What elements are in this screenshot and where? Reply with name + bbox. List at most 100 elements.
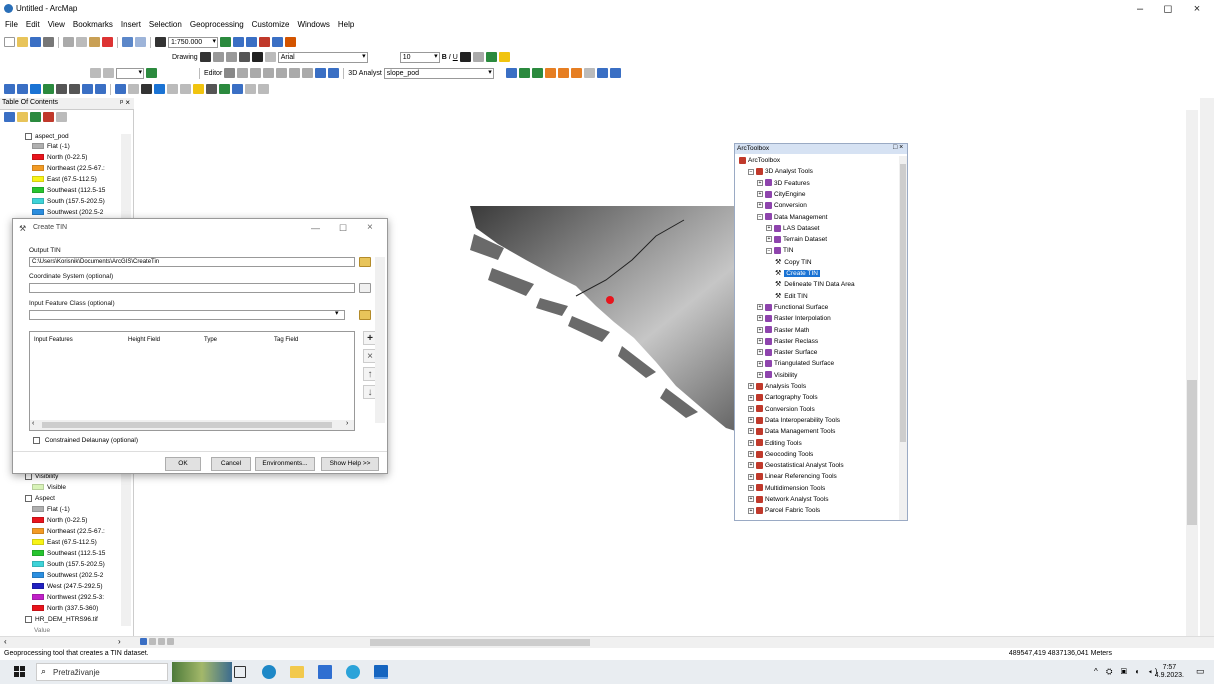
toolbox-item-3d-analyst-tools[interactable]: − 3D Analyst Tools	[748, 167, 813, 177]
microsoft-store-icon[interactable]	[318, 665, 332, 679]
expand-icon[interactable]: +	[748, 484, 754, 491]
toolbox-item-functional-surface[interactable]: + Functional Surface	[757, 303, 828, 313]
cut-icon[interactable]	[63, 37, 74, 47]
clear-selection-icon[interactable]	[128, 84, 139, 94]
map-scroll-thumb[interactable]	[1187, 380, 1197, 525]
expand-icon[interactable]: +	[757, 338, 763, 345]
select-elements-tool-icon[interactable]	[141, 84, 152, 94]
toc-layer-hr-dem[interactable]: HR_DEM_HTRS96.tif	[22, 615, 98, 625]
toolbox-item-data-management[interactable]: − Data Management	[757, 213, 827, 223]
toolbox-item-create-tin[interactable]: ⚒ Create TIN	[775, 269, 820, 279]
new-document-icon[interactable]	[4, 37, 15, 47]
toolbox-item-visibility[interactable]: + Visibility	[757, 371, 797, 381]
curve-text-icon[interactable]	[264, 52, 276, 62]
toc-scroll-left-icon[interactable]: ‹	[4, 637, 7, 646]
toolbox-item-geostatistical-analyst-tools[interactable]: + Geostatistical Analyst Tools	[748, 461, 844, 471]
refresh-icon[interactable]	[158, 638, 165, 645]
toolbox-item-editing-tools[interactable]: + Editing Tools	[748, 439, 802, 449]
find-route-icon[interactable]	[219, 84, 230, 94]
chevron-down-icon[interactable]: ▾	[335, 309, 339, 317]
menu-insert[interactable]: Insert	[121, 18, 141, 32]
model-builder-icon[interactable]	[285, 37, 296, 47]
zoom-out-icon[interactable]	[17, 84, 28, 94]
collapse-icon[interactable]: −	[766, 247, 772, 254]
go-to-xy-icon[interactable]	[232, 84, 243, 94]
menu-geoprocessing[interactable]: Geoprocessing	[190, 18, 244, 32]
menu-view[interactable]: View	[48, 18, 65, 32]
copy-icon[interactable]	[76, 37, 87, 47]
fixed-zoom-in-icon[interactable]	[56, 84, 67, 94]
expand-icon[interactable]: +	[748, 428, 754, 435]
toolbox-item-delineate-tin-data-area[interactable]: ⚒ Delineate TIN Data Area	[775, 280, 855, 290]
underline-icon[interactable]: U	[453, 54, 458, 61]
toolbox-item-linear-referencing-tools[interactable]: + Linear Referencing Tools	[748, 472, 837, 482]
straight-segment-icon[interactable]	[250, 68, 262, 78]
zoom-in-icon[interactable]	[4, 84, 15, 94]
print-icon[interactable]	[43, 37, 54, 47]
expand-icon[interactable]: +	[757, 315, 763, 322]
data-view-icon[interactable]	[140, 638, 147, 645]
toolbox-item-arctoolbox[interactable]: ArcToolbox	[739, 156, 780, 166]
toolbox-item-cityengine[interactable]: + CityEngine	[757, 190, 805, 200]
sketch-icon[interactable]	[237, 68, 249, 78]
zoom-whole-page-icon[interactable]	[225, 52, 237, 62]
toolbox-item-raster-reclass[interactable]: + Raster Reclass	[757, 337, 818, 347]
expand-icon[interactable]: +	[757, 371, 763, 378]
arcmap-taskbar-icon[interactable]	[374, 665, 388, 679]
collapse-icon[interactable]: −	[748, 168, 754, 175]
close-button[interactable]: ×	[1184, 2, 1210, 16]
georef-icon[interactable]	[90, 68, 101, 78]
reshape-icon[interactable]	[289, 68, 301, 78]
input-browse-folder-icon[interactable]	[359, 310, 371, 320]
menu-customize[interactable]: Customize	[252, 18, 290, 32]
fill-color-icon[interactable]	[472, 52, 484, 62]
ok-button[interactable]: OK	[165, 457, 201, 471]
profile-graph-icon[interactable]	[583, 68, 595, 78]
table-horizontal-scrollbar[interactable]: ‹ ›	[30, 420, 354, 430]
pan-icon[interactable]	[30, 84, 41, 94]
text-icon[interactable]	[251, 52, 263, 62]
list-by-source-icon[interactable]	[17, 112, 28, 122]
interpolate-point-icon[interactable]	[544, 68, 556, 78]
list-by-visibility-icon[interactable]	[30, 112, 41, 122]
expand-icon[interactable]: +	[757, 349, 763, 356]
identify-icon[interactable]	[154, 84, 165, 94]
layer-visibility-checkbox[interactable]	[25, 494, 32, 502]
list-by-drawing-order-icon[interactable]	[4, 112, 15, 122]
dialog-maximize-button[interactable]: ☐	[339, 223, 347, 234]
arctoolbox-close-icon[interactable]: □ ×	[893, 144, 903, 151]
expand-icon[interactable]: +	[748, 462, 754, 469]
coordinate-system-properties-icon[interactable]	[359, 283, 371, 293]
map-horizontal-scrollbar[interactable]: ‹ ›	[0, 636, 1214, 648]
toc-layer-aspect-pod[interactable]: aspect_pod	[22, 132, 69, 142]
italic-icon[interactable]: I	[449, 54, 451, 61]
layer-combo[interactable]	[116, 67, 144, 79]
toolbox-item-conversion-tools[interactable]: + Conversion Tools	[748, 405, 815, 415]
delete-icon[interactable]	[102, 37, 113, 47]
find-icon[interactable]	[206, 84, 217, 94]
toolbox-item-raster-interpolation[interactable]: + Raster Interpolation	[757, 314, 831, 324]
expand-icon[interactable]: +	[748, 451, 754, 458]
output-browse-folder-icon[interactable]	[359, 257, 371, 267]
expand-icon[interactable]: +	[748, 507, 754, 514]
save-icon[interactable]	[30, 37, 41, 47]
maximize-button[interactable]: ◻	[1155, 2, 1181, 16]
toolbox-item-terrain-dataset[interactable]: + Terrain Dataset	[766, 235, 827, 245]
font-combo[interactable]: Arial	[277, 51, 368, 63]
line-color-icon[interactable]	[485, 52, 497, 62]
select-features-icon[interactable]	[115, 84, 126, 94]
menu-windows[interactable]: Windows	[297, 18, 329, 32]
font-size-combo[interactable]: 10	[399, 51, 440, 63]
toolbox-item-edit-tin[interactable]: ⚒ Edit TIN	[775, 292, 808, 302]
python-window-icon[interactable]	[272, 37, 283, 47]
catalog-search-side-tabs[interactable]	[1200, 98, 1214, 638]
menu-file[interactable]: File	[5, 18, 18, 32]
toolbox-item-raster-surface[interactable]: + Raster Surface	[757, 348, 817, 358]
expand-icon[interactable]: +	[748, 405, 754, 412]
map-vertical-scrollbar[interactable]	[1186, 110, 1198, 636]
toolbox-item-3d-features[interactable]: +3D Features	[757, 179, 810, 189]
column-header-height-field[interactable]: Height Field	[128, 337, 160, 343]
font-color-icon[interactable]	[459, 52, 471, 62]
bold-icon[interactable]: B	[442, 54, 447, 61]
toc-layer-aspect[interactable]: Aspect	[22, 494, 55, 504]
